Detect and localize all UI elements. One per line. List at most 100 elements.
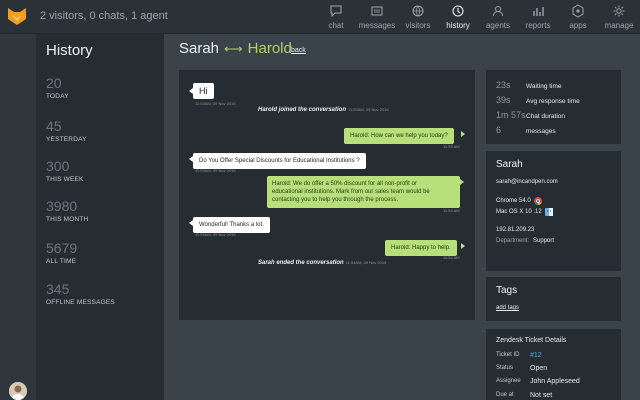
tags-card: Tags add tags [486, 277, 621, 321]
chat-metrics-card: 23s Waiting time 39s Avg response time 1… [486, 70, 621, 144]
department-value: Support [533, 238, 555, 244]
nav-agents-label: agents [485, 21, 511, 30]
nav-apps-label: apps [569, 21, 587, 30]
nav-apps[interactable]: apps [558, 0, 598, 34]
status-summary: 2 visitors, 0 chats, 1 agent [40, 10, 168, 22]
back-link[interactable]: back [291, 47, 306, 54]
message-line: Harold: We do offer a 50% discount for a… [272, 181, 417, 187]
ticket-id-row: Ticket ID #12 [496, 352, 542, 359]
tags-title: Tags [496, 285, 518, 296]
visitor-info-name: Sarah [496, 159, 523, 170]
ticket-status-row: Status Open [496, 365, 547, 372]
main-nav: chat messages visitors history agents re… [316, 0, 640, 34]
ticket-field-label: Ticket ID [496, 352, 520, 358]
add-tags-link[interactable]: add tags [496, 305, 519, 311]
stat-value: 5679 [46, 240, 78, 256]
message-timestamp: 11:54 AM [443, 208, 460, 213]
visitor-ip: 192.81.209.23 [496, 227, 535, 233]
stat-yesterday[interactable]: 45 YESTERDAY [46, 118, 87, 143]
agent-name: Harold [247, 40, 292, 57]
metric-value: 1m 57s [496, 110, 526, 120]
metric-avg-response: 39s Avg response time [496, 95, 580, 105]
message-timestamp: 11:53AM, 09 Nov 2016 [348, 107, 389, 112]
visitor-department: Department: Support [496, 238, 554, 244]
stat-value: 300 [46, 158, 70, 174]
zendesk-title: Zendesk Ticket Details [496, 337, 567, 344]
nav-messages-label: messages [358, 21, 396, 30]
stat-label: THIS WEEK [46, 176, 84, 183]
visitor-os: Mac OS X 10 .12 [496, 208, 553, 216]
stat-offline-messages[interactable]: 345 OFFLINE MESSAGES [46, 281, 115, 306]
reports-icon [533, 7, 544, 16]
metric-value: 23s [496, 80, 511, 90]
metric-label: messages [526, 128, 556, 135]
ticket-status-value: Open [530, 365, 548, 372]
ticket-field-label: Status [496, 365, 514, 371]
history-sidebar: History 20 TODAY 45 YESTERDAY 300 THIS W… [36, 34, 164, 400]
visitors-icon [412, 5, 424, 17]
stat-value: 20 [46, 75, 62, 91]
finder-icon [544, 208, 553, 216]
ticket-id-link[interactable]: #12 [530, 352, 542, 359]
nav-messages[interactable]: messages [356, 0, 398, 34]
transfer-arrow-icon: ⟷ [224, 40, 243, 56]
zendesk-ticket-card: Zendesk Ticket Details Ticket ID #12 Sta… [486, 329, 621, 400]
stat-this-week[interactable]: 300 THIS WEEK [46, 158, 84, 183]
visitor-name: Sarah [179, 40, 220, 57]
ticket-assignee-value: John Appleseed [530, 378, 580, 385]
stat-all-time[interactable]: 5679 ALL TIME [46, 240, 77, 265]
message-line: contacting you to help you through the p… [272, 197, 399, 203]
department-label: Department: [496, 238, 530, 244]
chrome-icon [533, 197, 542, 205]
os-name: Mac OS X 10 .12 [496, 209, 542, 215]
visitor-email[interactable]: sarah@incandpen.com [496, 179, 558, 185]
stat-this-month[interactable]: 3980 THIS MONTH [46, 198, 88, 223]
user-avatar[interactable] [9, 382, 27, 400]
bubble-tail [461, 243, 465, 249]
message-timestamp: 11:53 AM [443, 144, 460, 149]
nav-history-label: history [446, 21, 470, 30]
metric-value: 6 [496, 125, 502, 135]
metric-messages: 6 messages [496, 125, 556, 135]
zopim-logo-icon[interactable] [6, 5, 28, 27]
message-timestamp: 11:53AM, 09 Nov 2016 [195, 101, 236, 106]
history-title: History [46, 42, 93, 59]
stat-value: 3980 [46, 198, 78, 214]
agents-icon [493, 6, 503, 17]
metric-label: Chat duration [526, 113, 566, 120]
stat-label: ALL TIME [46, 258, 77, 265]
browser-name: Chrome 54.0 [496, 198, 531, 204]
nav-visitors-label: visitors [405, 21, 431, 30]
message-timestamp: 11:54 AM [443, 255, 460, 260]
chat-message-agent: Harold: Happy to help. [385, 240, 457, 256]
ticket-due-value: Not set [530, 392, 553, 399]
stat-label: YESTERDAY [46, 136, 87, 143]
nav-agents[interactable]: agents [478, 0, 518, 34]
metric-waiting-time: 23s Waiting time [496, 80, 562, 90]
metric-label: Avg response time [526, 98, 580, 105]
chat-message-visitor: Hi [193, 83, 214, 99]
apps-icon [572, 4, 584, 18]
manage-icon [613, 5, 625, 17]
chat-icon [330, 5, 342, 18]
system-message-text: Harold joined the conversation [258, 107, 347, 113]
metric-label: Waiting time [526, 83, 562, 90]
ticket-due-row: Due at Not set [496, 392, 552, 399]
nav-reports[interactable]: reports [518, 0, 558, 34]
chat-message-visitor: Do You Offer Special Discounts for Educa… [193, 153, 366, 169]
stat-value: 45 [46, 118, 62, 134]
stat-value: 345 [46, 281, 70, 297]
nav-visitors[interactable]: visitors [398, 0, 438, 34]
nav-manage[interactable]: manage [598, 0, 640, 34]
left-rail [0, 34, 36, 400]
stat-label: THIS MONTH [46, 216, 89, 223]
nav-chat[interactable]: chat [316, 0, 356, 34]
stat-label: TODAY [46, 93, 69, 100]
nav-reports-label: reports [525, 21, 551, 30]
ticket-field-label: Due at [496, 392, 514, 398]
message-line: educational institutions. Mark from our … [272, 189, 430, 195]
chat-message-agent: Harold: We do offer a 50% discount for a… [267, 176, 460, 208]
stat-today[interactable]: 20 TODAY [46, 75, 69, 100]
ticket-field-label: Assignee [496, 378, 521, 384]
nav-history[interactable]: history [438, 0, 478, 34]
